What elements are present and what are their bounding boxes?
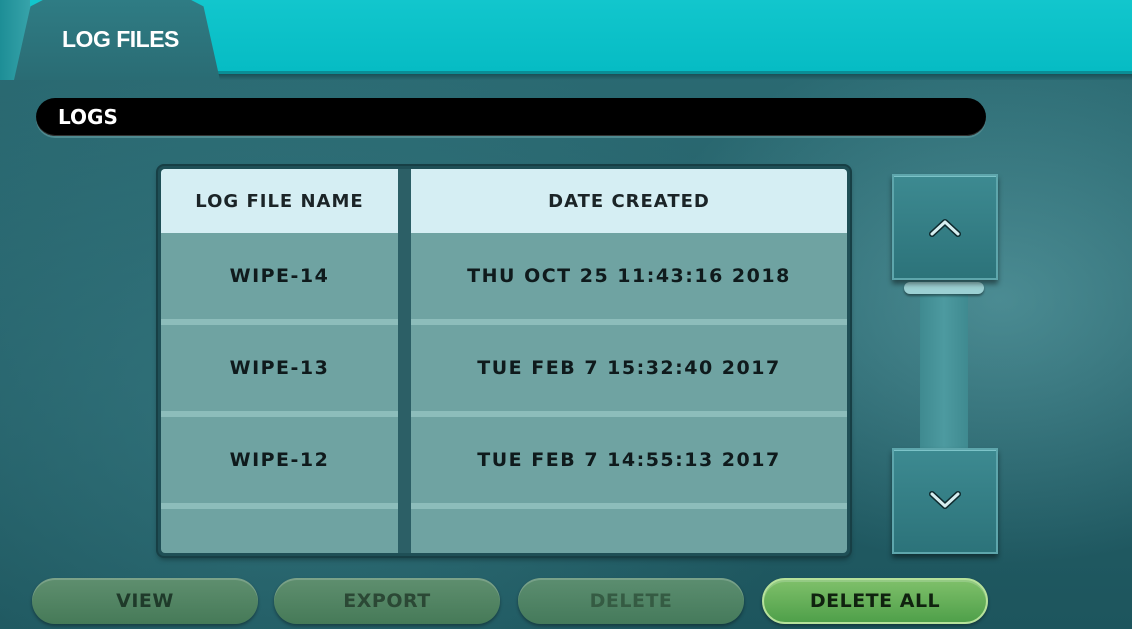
table-row-name[interactable]: WIPE-14 bbox=[161, 233, 398, 325]
log-files-screen: LOG FILES LOGS LOG FILE NAME WIPE-14 WIP… bbox=[0, 0, 1132, 629]
export-button[interactable]: EXPORT bbox=[274, 578, 500, 624]
tab-log-files-label: LOG FILES bbox=[62, 26, 179, 52]
view-button[interactable]: VIEW bbox=[32, 578, 258, 624]
table-row-date[interactable]: TUE FEB 7 14:55:13 2017 bbox=[411, 417, 847, 509]
table-row-empty bbox=[411, 509, 847, 549]
scrollbar-thumb[interactable] bbox=[904, 282, 984, 294]
scrollbar-track[interactable] bbox=[920, 284, 968, 448]
chevron-up-icon bbox=[929, 219, 961, 237]
table-row-empty bbox=[161, 509, 398, 549]
log-table: LOG FILE NAME WIPE-14 WIPE-13 WIPE-12 DA… bbox=[158, 166, 850, 556]
column-header-date-created[interactable]: DATE CREATED bbox=[411, 169, 847, 233]
chevron-down-icon bbox=[929, 491, 961, 509]
table-row-name[interactable]: WIPE-13 bbox=[161, 325, 398, 417]
column-separator bbox=[398, 169, 411, 553]
scroll-up-button[interactable] bbox=[892, 174, 998, 280]
logs-section-bar: LOGS bbox=[36, 98, 986, 136]
table-row-date[interactable]: THU OCT 25 11:43:16 2018 bbox=[411, 233, 847, 325]
scroll-down-button[interactable] bbox=[892, 448, 998, 554]
section-title: LOGS bbox=[58, 105, 118, 129]
column-header-log-file-name[interactable]: LOG FILE NAME bbox=[161, 169, 398, 233]
delete-button[interactable]: DELETE bbox=[518, 578, 744, 624]
table-row-name[interactable]: WIPE-12 bbox=[161, 417, 398, 509]
table-row-date[interactable]: TUE FEB 7 15:32:40 2017 bbox=[411, 325, 847, 417]
delete-all-button[interactable]: DELETE ALL bbox=[762, 578, 988, 624]
column-log-file-name: LOG FILE NAME WIPE-14 WIPE-13 WIPE-12 bbox=[161, 169, 398, 553]
column-date-created: DATE CREATED THU OCT 25 11:43:16 2018 TU… bbox=[411, 169, 847, 553]
